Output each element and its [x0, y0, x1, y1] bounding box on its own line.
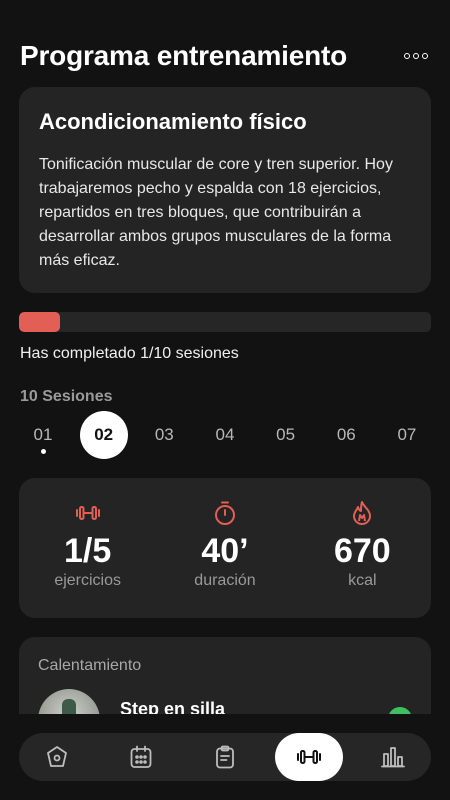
nav-calendar[interactable] — [107, 733, 175, 781]
progress-bar-fill — [19, 312, 61, 332]
session-02[interactable]: 02 — [79, 411, 128, 459]
stopwatch-icon — [212, 500, 238, 526]
session-07[interactable]: 07 — [383, 411, 431, 459]
nav-workout[interactable] — [275, 733, 343, 781]
session-completed-dot — [40, 449, 46, 454]
nav-stats[interactable] — [359, 733, 427, 781]
stat-duración: 40’ duración — [165, 500, 285, 590]
nav-clipboard[interactable] — [191, 733, 259, 781]
session-04[interactable]: 04 — [201, 411, 249, 459]
session-label: 04 — [215, 425, 235, 444]
warmup-title: Calentamiento — [38, 657, 142, 674]
clipboard-icon — [212, 744, 238, 770]
session-03[interactable]: 03 — [140, 411, 188, 459]
stat-value: 1/5 — [64, 532, 112, 570]
session-label: 03 — [154, 425, 174, 444]
sessions-label: 10 Sesiones — [20, 388, 113, 405]
progress-text: Has completado 1/10 sesiones — [20, 345, 239, 362]
calendar-icon — [128, 744, 154, 770]
stat-kcal: 670 kcal — [302, 500, 422, 590]
bottom-navigation — [19, 733, 431, 781]
flame-icon — [349, 500, 375, 526]
more-icon[interactable] — [402, 46, 430, 66]
stat-value: 40’ — [201, 532, 249, 570]
session-06[interactable]: 06 — [322, 411, 370, 459]
stat-label: kcal — [348, 572, 377, 589]
program-description: Tonificación muscular de core y tren sup… — [39, 156, 393, 269]
sessions-selector: 01 02 03 04 05 06 07 — [19, 410, 431, 460]
stat-ejercicios: 1/5 ejercicios — [28, 500, 148, 590]
progress-bar — [19, 312, 431, 332]
nav-home[interactable] — [23, 733, 91, 781]
program-description-card: Acondicionamiento físico Tonificación mu… — [19, 87, 431, 293]
bar-chart-icon — [380, 744, 406, 770]
session-label: 02 — [94, 425, 114, 444]
session-label: 06 — [336, 425, 356, 444]
home-icon — [44, 744, 70, 770]
dumbbell-icon — [296, 744, 322, 770]
session-05[interactable]: 05 — [262, 411, 310, 459]
stat-label: duración — [194, 572, 256, 589]
session-label: 05 — [276, 425, 296, 444]
program-title: Acondicionamiento físico — [39, 109, 307, 134]
stat-label: ejercicios — [54, 572, 121, 589]
session-label: 07 — [397, 425, 417, 444]
stat-value: 670 — [333, 532, 391, 570]
session-label: 01 — [33, 425, 53, 444]
stats-card: 1/5 ejercicios 40’ duración 670 kcal — [19, 478, 431, 618]
session-01[interactable]: 01 — [19, 411, 67, 459]
dumbbell-icon — [75, 500, 101, 526]
header: Programa entrenamiento — [20, 36, 430, 76]
page-title: Programa entrenamiento — [20, 40, 348, 71]
